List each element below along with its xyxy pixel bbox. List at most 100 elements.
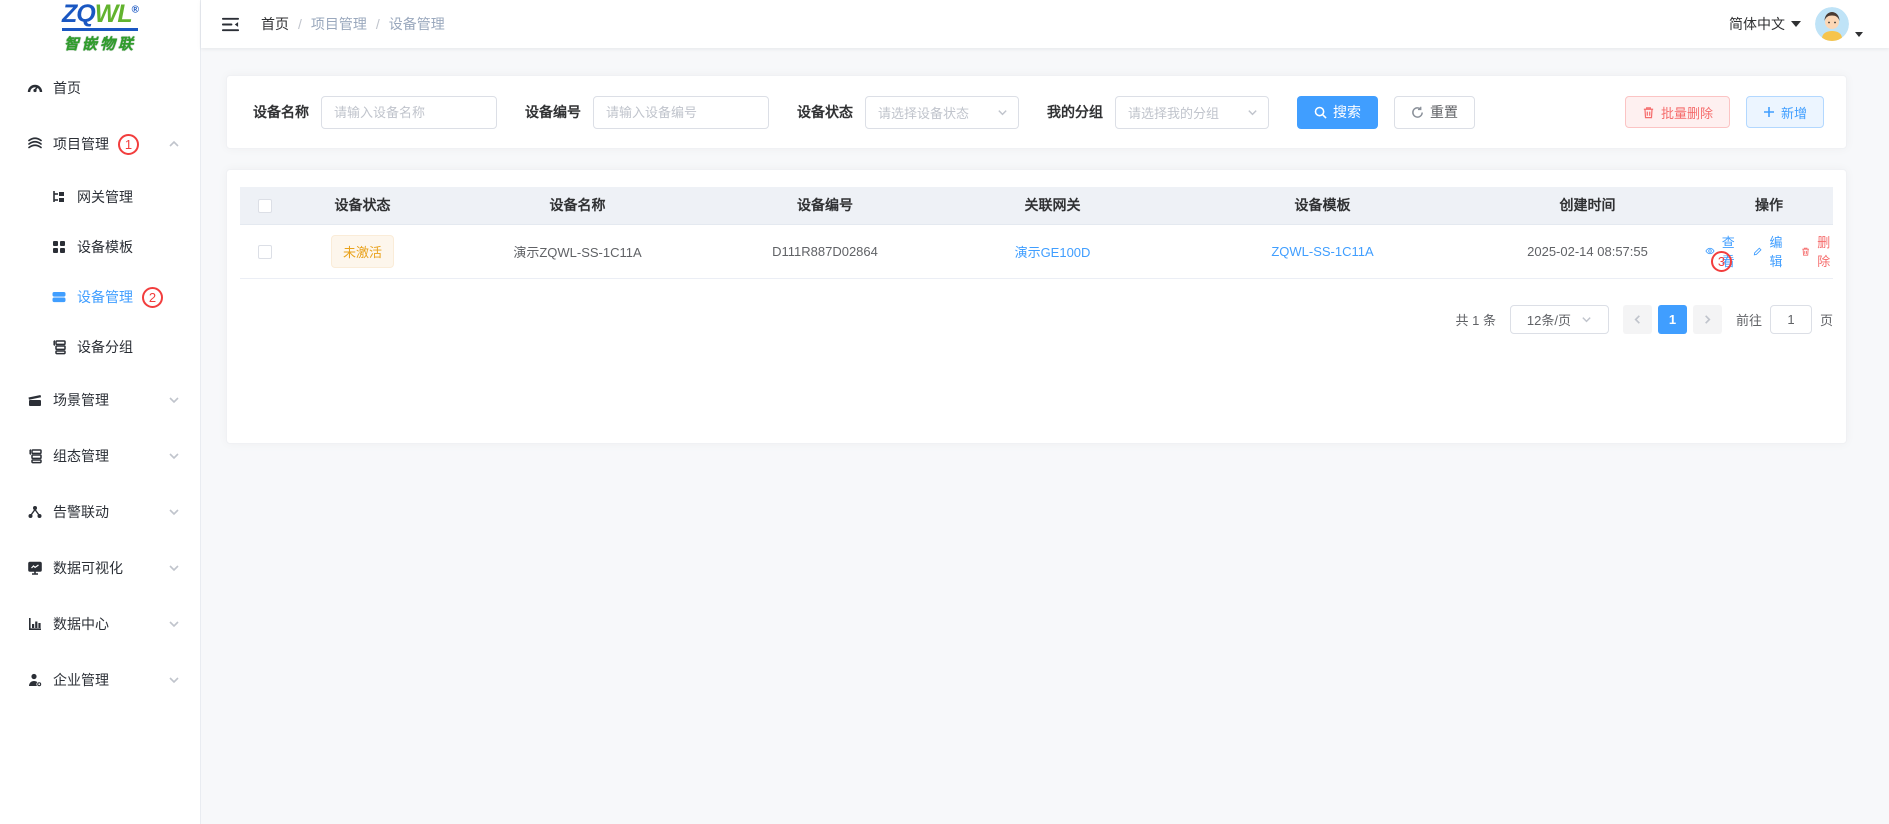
edit-action[interactable]: 编辑 <box>1753 232 1785 270</box>
sidebar-item-label: 场景管理 <box>53 390 109 410</box>
breadcrumb-separator: / <box>376 16 380 32</box>
sidebar-item-project-mgmt[interactable]: 项目管理 1 <box>0 116 200 172</box>
sidebar-item-label: 组态管理 <box>53 446 109 466</box>
topbar-right: 简体中文 <box>1729 7 1863 41</box>
reset-button[interactable]: 重置 <box>1394 96 1475 129</box>
select-all-checkbox[interactable] <box>258 199 272 213</box>
menu-fold-icon[interactable] <box>213 7 247 41</box>
caret-down-icon <box>1855 32 1863 37</box>
gateway-link[interactable]: 演示GE100D <box>1015 245 1091 260</box>
sidebar-item-label: 项目管理 <box>53 134 109 154</box>
sidebar-item-device-mgmt[interactable]: 设备管理 2 <box>0 272 200 322</box>
gateway-tree-icon <box>50 189 67 206</box>
sidebar-item-label: 企业管理 <box>53 670 109 690</box>
annotation-step-1: 1 <box>118 134 139 155</box>
avatar[interactable] <box>1815 7 1849 41</box>
chevron-left-icon <box>1632 314 1643 325</box>
my-group-label: 我的分组 <box>1047 102 1103 122</box>
sidebar-item-data-visualization[interactable]: 数据可视化 <box>0 540 200 596</box>
chevron-down-icon <box>168 450 180 462</box>
sidebar-item-label: 设备管理 <box>77 287 133 307</box>
device-status-placeholder: 请选择设备状态 <box>878 103 969 122</box>
share-nodes-icon <box>26 504 43 521</box>
sidebar-item-enterprise-mgmt[interactable]: 企业管理 <box>0 652 200 708</box>
goto-page: 前往 页 <box>1736 305 1833 334</box>
current-page-button[interactable]: 1 <box>1658 305 1687 334</box>
chevron-down-icon <box>168 394 180 406</box>
filter-device-name: 设备名称 <box>253 96 497 129</box>
device-code-input[interactable] <box>593 96 769 129</box>
breadcrumb-project-mgmt[interactable]: 项目管理 <box>311 14 367 34</box>
sidebar-item-hmi-mgmt[interactable]: 组态管理 <box>0 428 200 484</box>
sidebar-item-scene-mgmt[interactable]: 场景管理 <box>0 372 200 428</box>
device-name-label: 设备名称 <box>253 102 309 122</box>
content-area: 设备名称 设备编号 设备状态 请选择设备状态 我的分组 请选择我的分组 <box>201 48 1889 824</box>
layers-icon <box>26 136 43 153</box>
annotation-step-3: 3 <box>1711 251 1732 272</box>
chevron-up-icon <box>168 138 180 150</box>
row-checkbox[interactable] <box>258 245 272 259</box>
goto-page-input[interactable] <box>1770 305 1812 334</box>
template-link[interactable]: ZQWL-SS-1C11A <box>1271 244 1373 259</box>
view-action[interactable]: 查看 3 <box>1705 232 1737 270</box>
col-created: 创建时间 <box>1470 187 1705 224</box>
top-bar: 首页 / 项目管理 / 设备管理 简体中文 <box>201 0 1889 48</box>
sidebar-item-label: 设备分组 <box>77 337 133 357</box>
server-group-icon <box>50 339 67 356</box>
trash-icon <box>1642 106 1655 119</box>
sidebar-item-label: 首页 <box>53 78 81 98</box>
breadcrumb-device-mgmt: 设备管理 <box>389 14 445 34</box>
sidebar-item-alarm-linkage[interactable]: 告警联动 <box>0 484 200 540</box>
device-name-input[interactable] <box>321 96 497 129</box>
device-name-cell: 演示ZQWL-SS-1C11A <box>435 224 720 278</box>
table-toolbar: 批量删除 新增 <box>1625 96 1824 128</box>
language-selector[interactable]: 简体中文 <box>1729 14 1801 34</box>
plus-icon <box>1763 106 1775 118</box>
sidebar-menu: 首页 项目管理 1 网关管理 设备模板 <box>0 52 200 708</box>
chevron-down-icon <box>168 618 180 630</box>
page-size-select[interactable]: 12条/页 <box>1510 305 1609 334</box>
sidebar-item-label: 告警联动 <box>53 502 109 522</box>
sidebar-item-home[interactable]: 首页 <box>0 60 200 116</box>
col-device-status: 设备状态 <box>290 187 435 224</box>
my-group-select[interactable]: 请选择我的分组 <box>1115 96 1269 129</box>
main-column: 首页 / 项目管理 / 设备管理 简体中文 设备名称 <box>201 0 1889 824</box>
annotation-step-2: 2 <box>142 287 163 308</box>
clapperboard-icon <box>26 392 43 409</box>
delete-action[interactable]: 删除 <box>1801 232 1833 270</box>
device-code-cell: D111R887D02864 <box>720 224 930 278</box>
device-status-label: 设备状态 <box>797 102 853 122</box>
pencil-icon <box>1753 245 1762 258</box>
col-device-code: 设备编号 <box>720 187 930 224</box>
page-size-label: 12条/页 <box>1527 310 1571 329</box>
prev-page-button[interactable] <box>1623 305 1652 334</box>
sidebar-item-label: 设备模板 <box>77 237 133 257</box>
sidebar-item-gateway-mgmt[interactable]: 网关管理 <box>0 172 200 222</box>
device-table: 设备状态 设备名称 设备编号 关联网关 设备模板 创建时间 操作 未激活 演示Z… <box>240 187 1833 279</box>
chevron-down-icon <box>168 562 180 574</box>
sidebar-item-data-center[interactable]: 数据中心 <box>0 596 200 652</box>
sidebar-item-device-template[interactable]: 设备模板 <box>0 222 200 272</box>
user-menu[interactable] <box>1815 7 1863 41</box>
table-row: 未激活 演示ZQWL-SS-1C11A D111R887D02864 演示GE1… <box>240 224 1833 278</box>
device-status-select[interactable]: 请选择设备状态 <box>865 96 1019 129</box>
monitor-chart-icon <box>26 560 43 577</box>
goto-label: 前往 <box>1736 310 1762 329</box>
trash-icon <box>1801 245 1810 258</box>
brand-logo-text: ZQWL® <box>62 2 138 31</box>
sidebar-item-device-group[interactable]: 设备分组 <box>0 322 200 372</box>
dashboard-icon <box>26 80 43 97</box>
brand-logo: ZQWL® 智嵌物联 <box>0 0 200 52</box>
sidebar-item-label: 数据中心 <box>53 614 109 634</box>
chevron-down-icon <box>997 107 1008 118</box>
next-page-button[interactable] <box>1693 305 1722 334</box>
breadcrumb-home[interactable]: 首页 <box>261 14 289 34</box>
filter-my-group: 我的分组 请选择我的分组 <box>1047 96 1269 129</box>
device-bars-icon <box>50 289 67 306</box>
col-template: 设备模板 <box>1175 187 1470 224</box>
chevron-down-icon <box>1581 314 1592 325</box>
add-button[interactable]: 新增 <box>1746 96 1824 128</box>
batch-delete-button[interactable]: 批量删除 <box>1625 96 1730 128</box>
search-button[interactable]: 搜索 <box>1297 96 1378 129</box>
chevron-down-icon <box>1247 107 1258 118</box>
